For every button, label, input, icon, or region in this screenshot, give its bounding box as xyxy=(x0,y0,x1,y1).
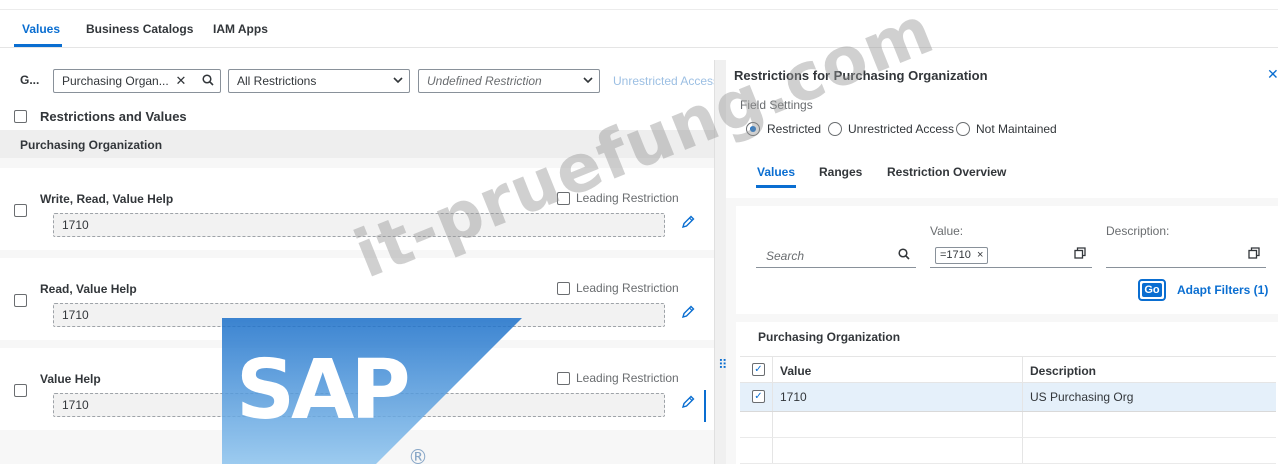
restriction-detail-panel: Restrictions for Purchasing Organization… xyxy=(726,60,1278,464)
edit-pencil-icon[interactable] xyxy=(680,304,698,324)
select-all-checkbox[interactable]: ✓ xyxy=(752,363,765,376)
radio-unrestricted-access-label: Unrestricted Access xyxy=(848,122,955,136)
value-filter-label: Value: xyxy=(930,224,964,238)
column-separator xyxy=(772,438,773,463)
clear-icon[interactable]: ✕ xyxy=(175,73,186,88)
active-tab-indicator xyxy=(14,44,62,47)
restriction-value-field[interactable]: 1710 xyxy=(53,213,665,237)
table-row-empty xyxy=(740,412,1276,438)
column-header-value[interactable]: Value xyxy=(780,364,811,378)
radio-not-maintained-label: Not Maintained xyxy=(976,122,1057,136)
restrictions-select[interactable]: All Restrictions xyxy=(228,69,410,93)
row-checkbox[interactable] xyxy=(14,294,27,307)
active-tab-indicator xyxy=(756,185,796,188)
column-separator xyxy=(1022,438,1023,463)
values-table: Purchasing Organization ✓ Value Descript… xyxy=(736,322,1278,464)
adapt-filters-button[interactable]: Adapt Filters (1) xyxy=(1177,283,1268,297)
restrictions-panel: G... Purchasing Organ... ✕ All Restricti… xyxy=(0,60,719,464)
column-separator xyxy=(772,412,773,437)
access-level-label: Value Help xyxy=(40,372,101,386)
chevron-down-icon xyxy=(393,70,403,92)
restriction-type-select[interactable]: Undefined Restriction xyxy=(418,69,600,93)
detail-header: Restrictions for Purchasing Organization… xyxy=(726,60,1278,198)
restrictions-header: Restrictions and Values xyxy=(0,102,714,130)
description-filter-label: Description: xyxy=(1106,224,1170,238)
cell-description: US Purchasing Org xyxy=(1030,390,1134,404)
go-button[interactable]: Go xyxy=(1138,279,1166,301)
table-row[interactable]: ✓ 1710 US Purchasing Org xyxy=(740,383,1276,412)
column-header-description[interactable]: Description xyxy=(1030,364,1096,378)
column-separator xyxy=(1022,383,1023,411)
field-filter-value: Purchasing Organ... xyxy=(62,74,169,88)
section-title: Purchasing Organization xyxy=(20,138,163,152)
column-separator xyxy=(772,357,773,382)
go-button-label: Go xyxy=(1142,283,1162,297)
value-help-icon[interactable] xyxy=(1074,247,1086,262)
row-checkbox[interactable]: ✓ xyxy=(752,390,765,403)
leading-restriction-checkbox[interactable] xyxy=(557,192,570,205)
cell-value: 1710 xyxy=(780,390,807,404)
top-divider xyxy=(0,9,1278,10)
value-filter-input[interactable]: =1710 × xyxy=(930,244,1092,268)
token-remove-icon[interactable]: × xyxy=(977,249,983,261)
column-separator xyxy=(1022,357,1023,382)
value-token-text: =1710 xyxy=(940,249,971,261)
search-placeholder: Search xyxy=(766,249,805,263)
restriction-row: Read, Value Help Leading Restriction 171… xyxy=(0,258,714,340)
table-title: Purchasing Organization xyxy=(758,330,901,344)
tab-restriction-overview[interactable]: Restriction Overview xyxy=(887,165,1006,179)
value-token[interactable]: =1710 × xyxy=(935,247,989,264)
column-separator xyxy=(1022,412,1023,437)
panel-splitter[interactable]: ⠿ xyxy=(714,60,728,464)
table-header: ✓ Value Description xyxy=(740,356,1276,383)
row-checkbox[interactable] xyxy=(14,204,27,217)
value-help-icon[interactable] xyxy=(1248,247,1260,262)
leading-restriction-label: Leading Restriction xyxy=(576,281,679,295)
access-level-label: Write, Read, Value Help xyxy=(40,192,174,206)
column-separator xyxy=(772,383,773,411)
detail-title: Restrictions for Purchasing Organization xyxy=(734,68,988,83)
restrictions-select-value: All Restrictions xyxy=(237,74,317,88)
tab-iam-apps[interactable]: IAM Apps xyxy=(213,22,268,36)
tab-business-catalogs[interactable]: Business Catalogs xyxy=(86,22,193,36)
edit-pencil-icon[interactable] xyxy=(680,214,698,234)
tab-ranges[interactable]: Ranges xyxy=(819,165,862,179)
close-icon[interactable]: ✕ xyxy=(1267,66,1278,83)
field-filter-input[interactable]: Purchasing Organ... ✕ xyxy=(53,69,221,93)
search-icon[interactable] xyxy=(198,73,214,88)
section-header: Purchasing Organization xyxy=(0,130,714,158)
radio-not-maintained[interactable] xyxy=(956,122,970,136)
restriction-value-field[interactable]: 1710 xyxy=(53,393,665,417)
unrestricted-access-toggle[interactable]: Unrestricted Access xyxy=(613,74,719,88)
tab-values[interactable]: Values xyxy=(757,165,795,179)
leading-restriction-checkbox[interactable] xyxy=(557,282,570,295)
restrictions-title: Restrictions and Values xyxy=(40,109,187,124)
description-filter-input[interactable] xyxy=(1106,244,1266,268)
field-settings-label: Field Settings xyxy=(740,98,813,112)
radio-unrestricted-access[interactable] xyxy=(828,122,842,136)
row-checkbox[interactable] xyxy=(14,384,27,397)
chevron-down-icon xyxy=(583,70,593,92)
leading-restriction-checkbox[interactable] xyxy=(557,372,570,385)
leading-restriction-label: Leading Restriction xyxy=(576,191,679,205)
restriction-type-placeholder: Undefined Restriction xyxy=(427,74,542,88)
focus-indicator xyxy=(704,390,706,422)
radio-restricted[interactable] xyxy=(746,122,760,136)
select-all-checkbox[interactable] xyxy=(14,110,27,123)
access-level-label: Read, Value Help xyxy=(40,282,137,296)
tab-values[interactable]: Values xyxy=(22,22,60,36)
search-icon[interactable] xyxy=(898,247,910,263)
edit-pencil-icon[interactable] xyxy=(680,394,698,414)
restriction-row: Value Help Leading Restriction 1710 xyxy=(0,348,714,430)
filter-bar: G... Purchasing Organ... ✕ All Restricti… xyxy=(0,60,719,102)
top-tab-bar: Values Business Catalogs IAM Apps xyxy=(0,0,1278,48)
restriction-row: Write, Read, Value Help Leading Restrict… xyxy=(0,168,714,250)
table-row-empty xyxy=(740,438,1276,464)
search-input[interactable]: Search xyxy=(756,244,916,268)
group-label[interactable]: G... xyxy=(20,73,39,87)
radio-restricted-label: Restricted xyxy=(767,122,822,136)
restriction-value-field[interactable]: 1710 xyxy=(53,303,665,327)
leading-restriction-label: Leading Restriction xyxy=(576,371,679,385)
filter-area: Search Value: =1710 × Description: Go Ad… xyxy=(736,206,1278,314)
